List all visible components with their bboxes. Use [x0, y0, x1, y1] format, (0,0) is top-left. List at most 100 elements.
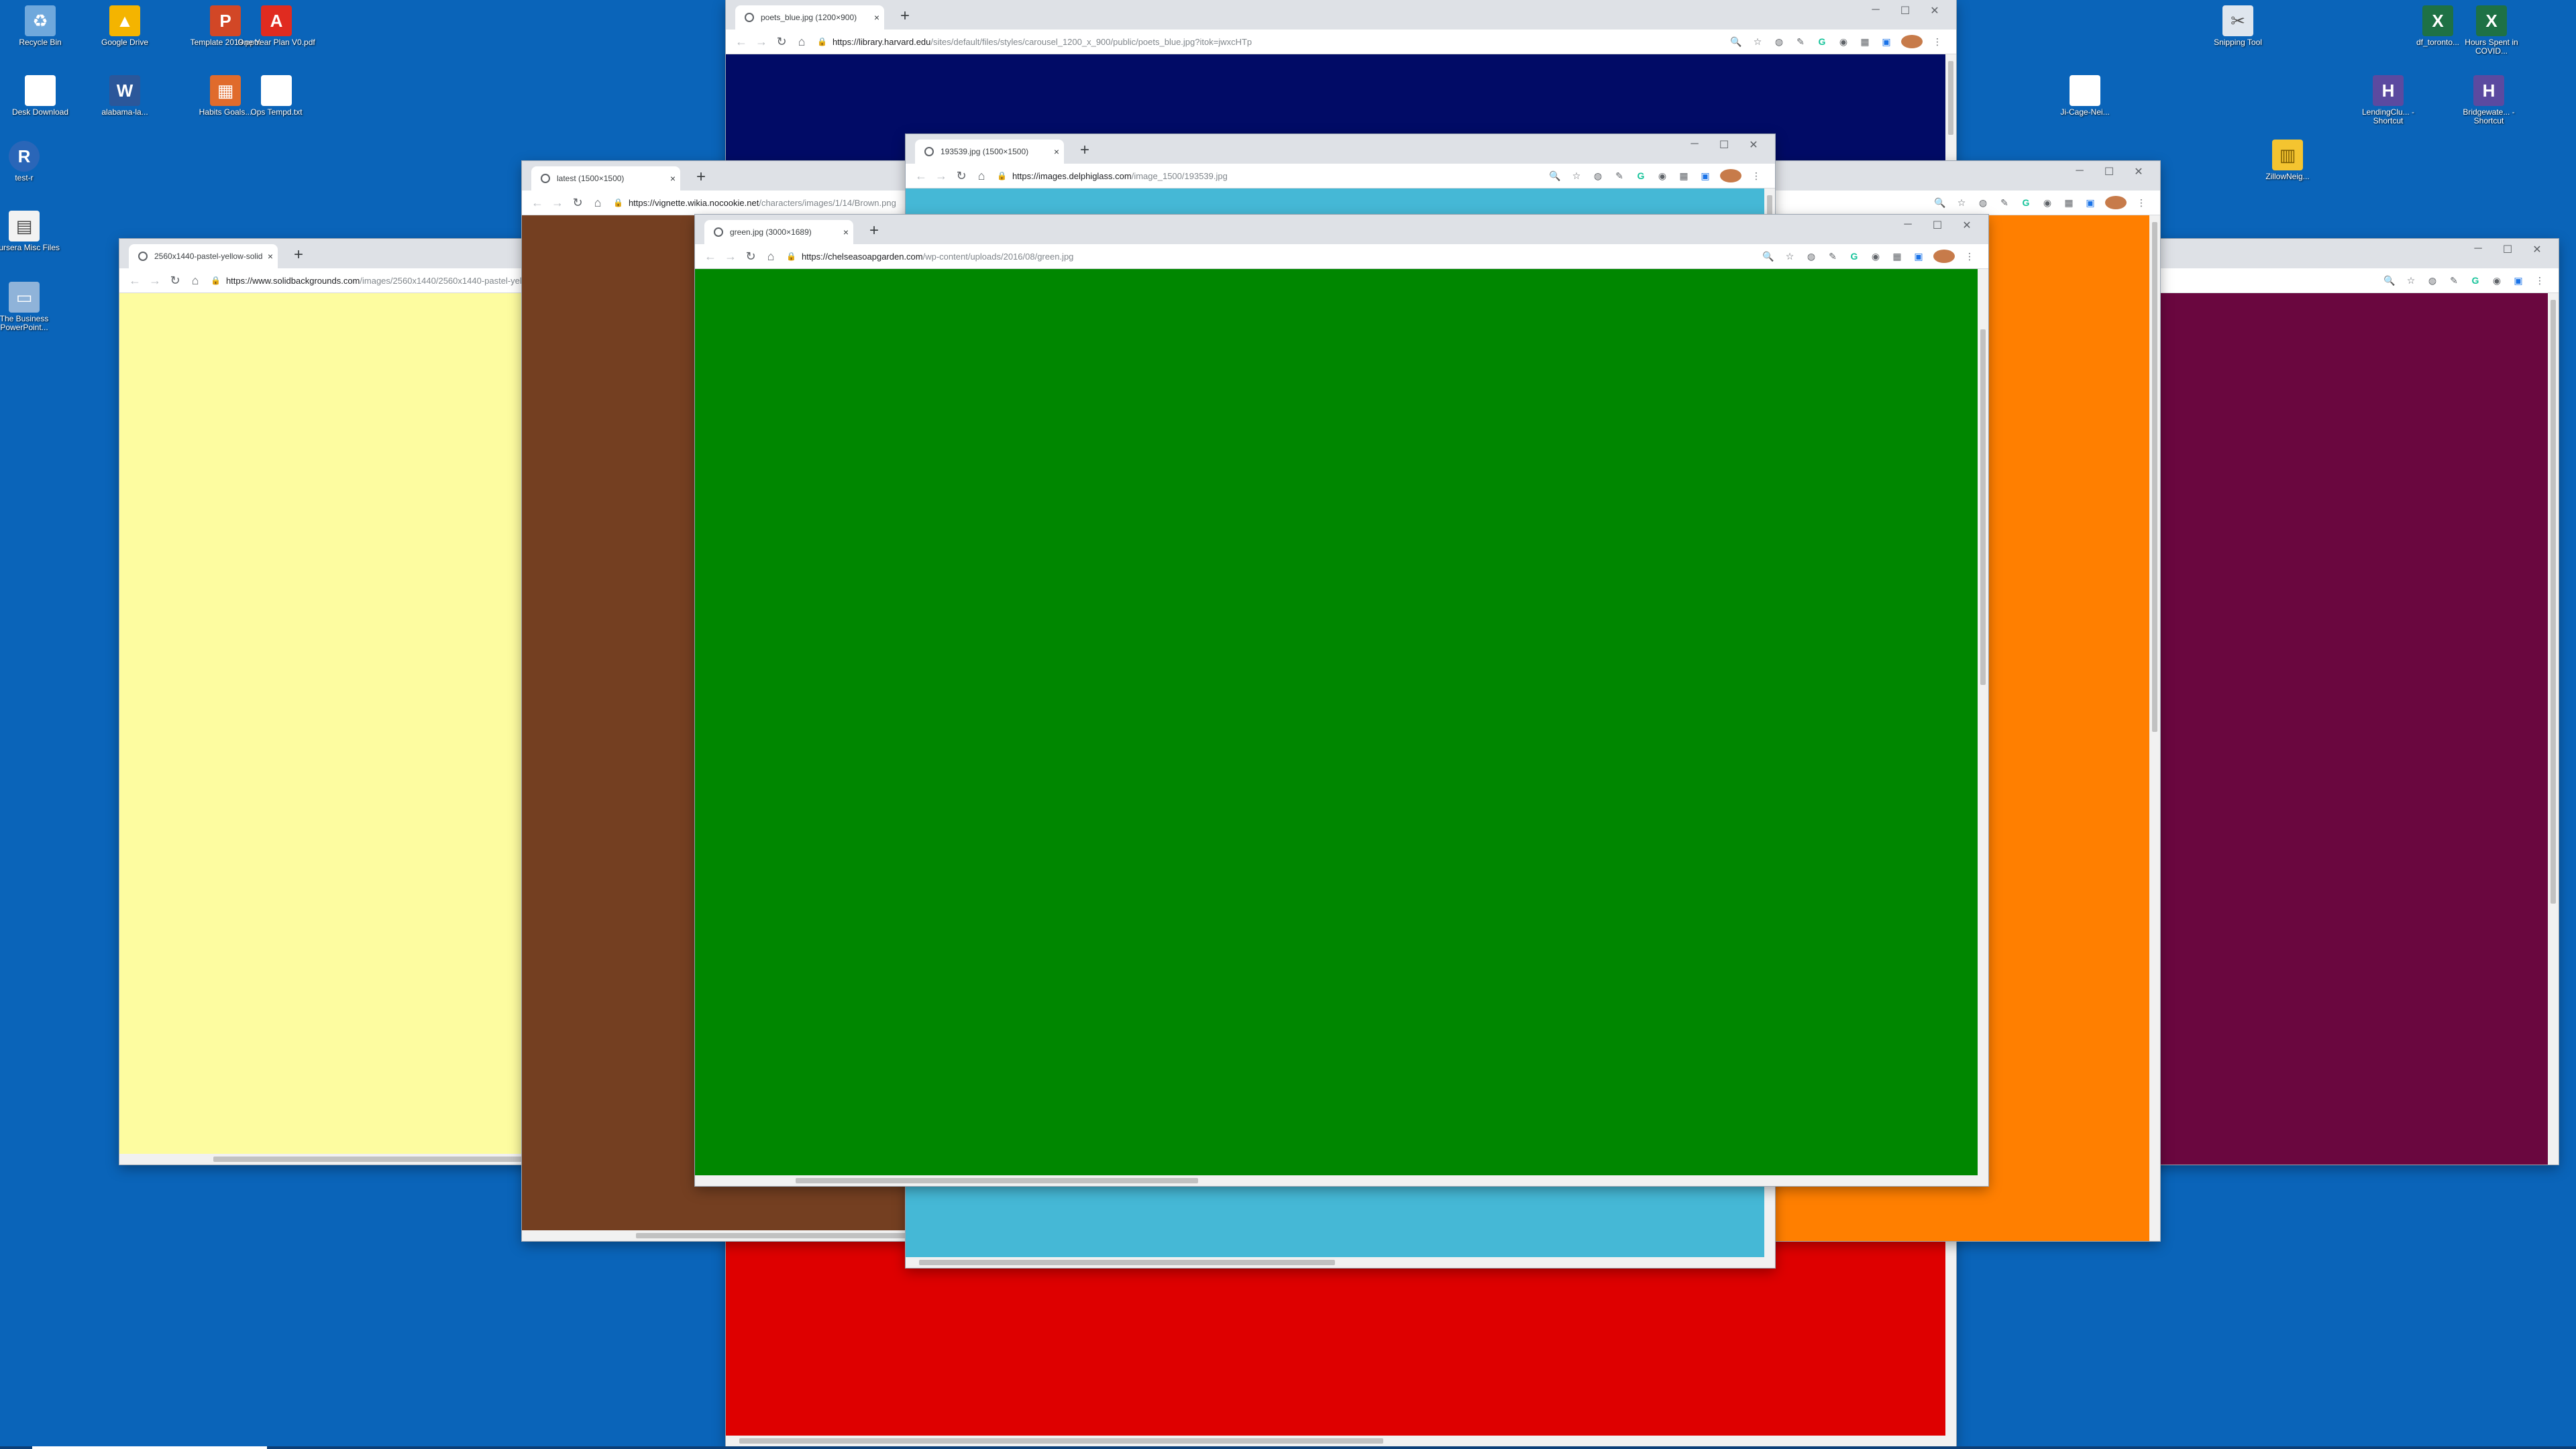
home-icon[interactable]: ⌂ — [761, 250, 781, 264]
grid-extension-icon[interactable]: ▦ — [1673, 170, 1695, 182]
minimize-icon[interactable]: ─ — [1861, 4, 1890, 17]
menu-icon[interactable]: ⋮ — [2131, 197, 2152, 209]
profile-avatar[interactable] — [2105, 196, 2127, 209]
maximize-icon[interactable]: ☐ — [2493, 243, 2522, 256]
desktop-icon-zillow[interactable]: ▥ ZillowNeig... — [2247, 140, 2328, 181]
pocket-icon[interactable]: ◍ — [2422, 275, 2443, 286]
extension-icon[interactable]: ✎ — [1790, 36, 1811, 48]
close-icon[interactable]: ✕ — [1739, 138, 1768, 152]
zoom-icon[interactable]: 🔍 — [1929, 197, 1951, 209]
grammarly-icon[interactable]: G — [2465, 275, 2486, 286]
menu-icon[interactable]: ⋮ — [1959, 251, 1980, 262]
vertical-scrollbar[interactable] — [2548, 293, 2559, 1165]
address-bar[interactable]: 🔒 https://chelseasoapgarden.com /wp-cont… — [786, 248, 1758, 264]
browser-tab[interactable]: latest (1500×1500) × — [531, 166, 680, 191]
blue-extension-icon[interactable]: ▣ — [1876, 36, 1897, 48]
close-tab-icon[interactable]: × — [665, 173, 680, 184]
extension-icon[interactable]: ✎ — [1822, 251, 1843, 262]
blue-extension-icon[interactable]: ▣ — [2080, 197, 2101, 209]
profile-avatar[interactable] — [1901, 35, 1923, 48]
camera-extension-icon[interactable]: ◉ — [2486, 275, 2508, 286]
browser-tab[interactable]: 193539.jpg (1500×1500) × — [915, 140, 1064, 164]
bookmark-star-icon[interactable]: ☆ — [1566, 170, 1587, 182]
maximize-icon[interactable]: ☐ — [1923, 219, 1952, 232]
grammarly-icon[interactable]: G — [1811, 36, 1833, 47]
desktop-icon-desk-download[interactable]: Desk Download — [0, 75, 80, 117]
maximize-icon[interactable]: ☐ — [2094, 165, 2124, 178]
new-tab-button[interactable]: + — [691, 168, 711, 188]
extension-icon[interactable]: ✎ — [1609, 170, 1630, 182]
extension-icon[interactable]: ✎ — [1994, 197, 2015, 209]
camera-extension-icon[interactable]: ◉ — [1865, 251, 1886, 262]
minimize-icon[interactable]: ─ — [1893, 219, 1923, 232]
pocket-icon[interactable]: ◍ — [1768, 36, 1790, 48]
close-tab-icon[interactable]: × — [839, 227, 853, 237]
desktop-icon-alabama[interactable]: W alabama-la... — [85, 75, 165, 117]
reload-icon[interactable]: ↻ — [771, 35, 792, 49]
forward-icon[interactable]: → — [931, 169, 951, 183]
close-tab-icon[interactable]: × — [869, 12, 884, 23]
browser-tab[interactable]: poets_blue.jpg (1200×900) × — [735, 5, 884, 30]
zoom-icon[interactable]: 🔍 — [1544, 170, 1566, 182]
menu-icon[interactable]: ⋮ — [2529, 275, 2551, 286]
grammarly-icon[interactable]: G — [2015, 197, 2037, 208]
close-tab-icon[interactable]: × — [1049, 146, 1064, 157]
minimize-icon[interactable]: ─ — [2065, 165, 2094, 178]
grid-extension-icon[interactable]: ▦ — [2058, 197, 2080, 209]
desktop-icon-bridgewater[interactable]: H Bridgewate... - Shortcut — [2449, 75, 2529, 125]
horizontal-scrollbar[interactable] — [906, 1257, 1775, 1268]
pocket-icon[interactable]: ◍ — [1972, 197, 1994, 209]
desktop-icon-hours-spent[interactable]: X Hours Spent in COVID... — [2451, 5, 2532, 56]
forward-icon[interactable]: → — [547, 196, 568, 210]
zoom-icon[interactable]: 🔍 — [1725, 36, 1747, 48]
new-tab-button[interactable]: + — [895, 7, 915, 27]
desktop-icon-snipping-tool[interactable]: ✂ Snipping Tool — [2198, 5, 2278, 47]
vertical-scrollbar[interactable] — [1978, 269, 1988, 1175]
desktop-icon-lendingclub[interactable]: H LendingClu... - Shortcut — [2348, 75, 2428, 125]
reload-icon[interactable]: ↻ — [165, 274, 185, 288]
bookmark-star-icon[interactable]: ☆ — [1747, 36, 1768, 48]
home-icon[interactable]: ⌂ — [185, 274, 205, 288]
maximize-icon[interactable]: ☐ — [1709, 138, 1739, 152]
close-icon[interactable]: ✕ — [1952, 219, 1982, 232]
horizontal-scrollbar[interactable] — [726, 1436, 1956, 1446]
camera-extension-icon[interactable]: ◉ — [1833, 36, 1854, 48]
desktop-icon-one-year-plan[interactable]: A One Year Plan V0.pdf — [236, 5, 317, 47]
back-icon[interactable]: ← — [731, 35, 751, 49]
camera-extension-icon[interactable]: ◉ — [2037, 197, 2058, 209]
address-bar[interactable]: 🔒 https://images.delphiglass.com /image_… — [997, 168, 1544, 184]
forward-icon[interactable]: → — [751, 35, 771, 49]
close-icon[interactable]: ✕ — [1920, 4, 1949, 17]
desktop-icon-coursera[interactable]: ▤ Coursera Misc Files — [0, 211, 64, 252]
back-icon[interactable]: ← — [125, 274, 145, 288]
browser-window-purple[interactable]: ─ ☐ ✕ 🔍 ☆ ◍ ✎ G ◉ ▣ ⋮ — [2132, 239, 2559, 1165]
bookmark-star-icon[interactable]: ☆ — [2400, 275, 2422, 286]
minimize-icon[interactable]: ─ — [2463, 243, 2493, 256]
reload-icon[interactable]: ↻ — [741, 250, 761, 264]
browser-tab[interactable]: green.jpg (3000×1689) × — [704, 220, 853, 244]
forward-icon[interactable]: → — [720, 250, 741, 264]
maximize-icon[interactable]: ☐ — [1890, 4, 1920, 17]
new-tab-button[interactable]: + — [1075, 141, 1095, 161]
zoom-icon[interactable]: 🔍 — [2379, 275, 2400, 286]
desktop-icon-ops-temp[interactable]: Ops Tempd.txt — [236, 75, 317, 117]
back-icon[interactable]: ← — [527, 196, 547, 210]
blue-extension-icon[interactable]: ▣ — [1908, 251, 1929, 262]
bookmark-star-icon[interactable]: ☆ — [1779, 251, 1801, 262]
reload-icon[interactable]: ↻ — [951, 169, 971, 183]
horizontal-scrollbar[interactable] — [695, 1175, 1988, 1186]
new-tab-button[interactable]: + — [864, 221, 884, 241]
vertical-scrollbar[interactable] — [2149, 215, 2160, 1241]
address-bar[interactable] — [1750, 195, 1929, 211]
desktop-icon-google-drive[interactable]: ▲ Google Drive — [85, 5, 165, 47]
grammarly-icon[interactable]: G — [1843, 251, 1865, 262]
desktop-icon-ji-cage[interactable]: Ji-Cage-Nei... — [2045, 75, 2125, 117]
profile-avatar[interactable] — [1933, 250, 1955, 263]
back-icon[interactable]: ← — [700, 250, 720, 264]
reload-icon[interactable]: ↻ — [568, 196, 588, 210]
home-icon[interactable]: ⌂ — [971, 169, 991, 183]
extension-icon[interactable]: ✎ — [2443, 275, 2465, 286]
browser-window-green[interactable]: green.jpg (3000×1689) × + ─ ☐ ✕ ← → ↻ ⌂ … — [695, 215, 1988, 1186]
desktop-icon-recycle-bin[interactable]: ♻ Recycle Bin — [0, 5, 80, 47]
home-icon[interactable]: ⌂ — [588, 196, 608, 210]
